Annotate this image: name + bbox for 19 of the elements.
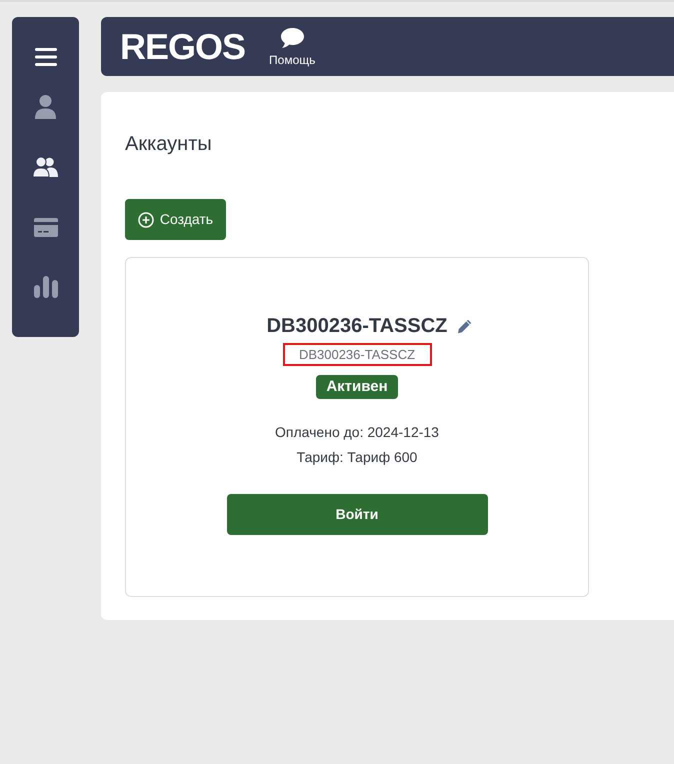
account-name: DB300236-TASSCZ: [266, 314, 448, 339]
tariff-text: Тариф: Тариф 600: [296, 448, 418, 467]
login-button[interactable]: Войти: [226, 494, 488, 535]
speech-bubble-icon: [280, 28, 304, 48]
plus-circle-icon: [138, 212, 154, 228]
users-icon: [33, 157, 58, 177]
help-button[interactable]: Помощь: [269, 26, 316, 67]
logo[interactable]: REGOS: [120, 26, 246, 68]
bar-chart-icon: [34, 276, 58, 298]
menu-icon: [34, 48, 56, 66]
account-code: DB300236-TASSCZ: [282, 343, 432, 366]
edit-button[interactable]: [457, 318, 472, 334]
page-title: Аккаунты: [125, 132, 212, 157]
create-button[interactable]: Создать: [125, 199, 226, 240]
credit-card-icon: [34, 218, 58, 236]
pencil-icon: [457, 318, 472, 334]
status-badge: Активен: [316, 375, 398, 399]
user-icon: [35, 95, 56, 119]
paid-until-text: Оплачено до: 2024-12-13: [275, 423, 439, 442]
